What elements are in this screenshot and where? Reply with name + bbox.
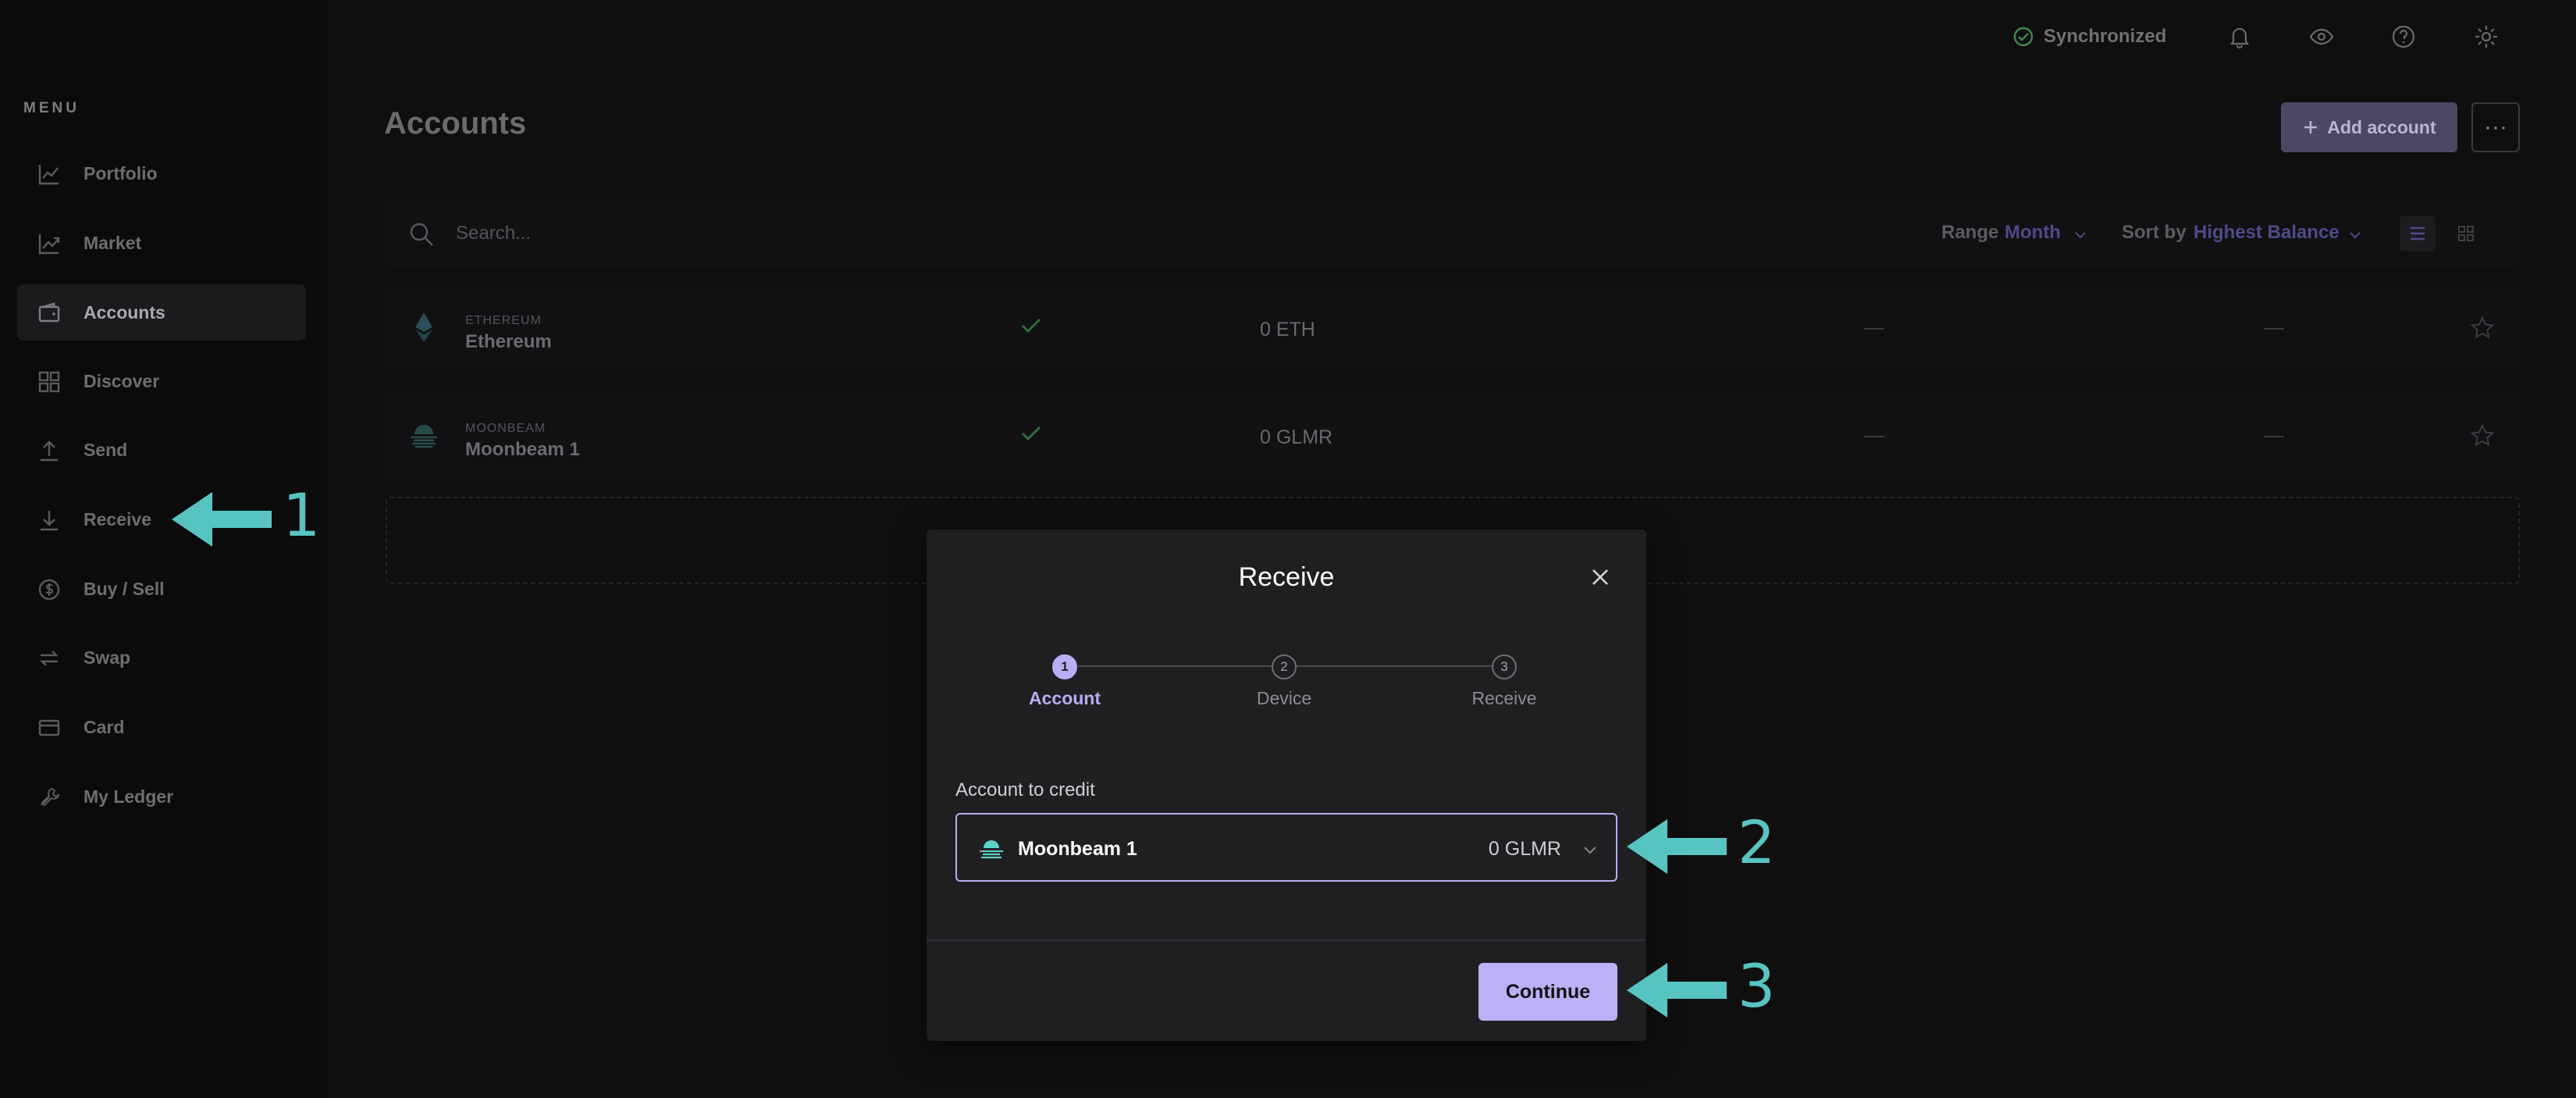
account-balance: 0 ETH: [1260, 319, 1315, 340]
sidebar-item-label: Discover: [84, 370, 160, 391]
account-to-credit-label: Account to credit: [955, 779, 1095, 800]
account-currency: MOONBEAM: [465, 422, 546, 435]
sidebar-item-label: Receive: [84, 508, 151, 529]
sidebar-item-label: Market: [84, 232, 142, 253]
check-icon: [1021, 318, 1041, 333]
sidebar-item-label: Send: [84, 439, 128, 460]
market-trend-icon: [38, 234, 60, 255]
sidebar-item-label: Card: [84, 716, 125, 737]
annotation-label-1: 1: [283, 480, 321, 550]
sidebar: MENU Portfolio Market Accounts Discover …: [0, 0, 328, 1098]
grid-icon: [38, 371, 60, 393]
sync-status[interactable]: Synchronized: [2012, 26, 2166, 48]
annotation-label-3: 3: [1738, 951, 1776, 1021]
account-row-moonbeam[interactable]: MOONBEAM Moonbeam 1 0 GLMR: [384, 390, 2520, 483]
add-account-label: Add account: [2327, 116, 2436, 137]
step-2-label: Device: [1256, 688, 1312, 708]
step-2-indicator: 2: [1272, 654, 1297, 679]
continue-button[interactable]: Continue: [1478, 963, 1617, 1021]
chevron-down-icon: [1584, 847, 1596, 854]
sidebar-item-portfolio[interactable]: Portfolio: [17, 145, 306, 201]
account-currency: ETHEREUM: [465, 314, 542, 327]
grid-view-button[interactable]: [2448, 216, 2484, 251]
annotation-arrow-1-icon: [172, 492, 272, 547]
download-arrow-icon: [41, 511, 58, 531]
sidebar-item-my-ledger[interactable]: My Ledger: [17, 768, 306, 825]
sidebar-item-send[interactable]: Send: [17, 422, 306, 478]
range-dropdown[interactable]: Month: [2005, 222, 2061, 244]
sidebar-item-buy-sell[interactable]: Buy / Sell: [17, 561, 306, 617]
sidebar-item-label: Accounts: [84, 301, 165, 323]
countervalue-placeholder: [1864, 436, 1884, 437]
eye-icon[interactable]: [2308, 23, 2335, 50]
account-name: Ethereum: [465, 331, 552, 352]
sidebar-item-card[interactable]: Card: [17, 699, 306, 755]
annotation-arrow-2-icon: [1627, 819, 1727, 874]
bell-icon[interactable]: [2226, 23, 2253, 50]
step-3-label: Receive: [1471, 688, 1537, 708]
help-icon[interactable]: [2390, 23, 2417, 50]
dollar-circle-icon: [38, 579, 60, 601]
stepper-line: [1078, 665, 1281, 667]
card-icon: [38, 719, 60, 736]
swap-arrows-icon: [40, 651, 59, 666]
star-icon[interactable]: [2470, 423, 2495, 448]
check-icon: [1021, 426, 1041, 441]
sidebar-item-discover[interactable]: Discover: [17, 353, 306, 409]
more-options-button[interactable]: ···: [2471, 102, 2520, 152]
star-icon[interactable]: [2470, 315, 2495, 340]
page-title: Accounts: [384, 106, 527, 141]
receive-modal: Receive 1 2 3 Account Device Receive Acc…: [927, 529, 1646, 1041]
step-1-label: Account: [1029, 688, 1101, 708]
sidebar-item-swap[interactable]: Swap: [17, 629, 306, 686]
moonbeam-icon: [411, 425, 437, 448]
gear-icon[interactable]: [2473, 23, 2500, 50]
selected-account-balance: 0 GLMR: [1488, 838, 1561, 860]
add-account-button[interactable]: Add account: [2281, 102, 2457, 152]
plus-icon: [2304, 121, 2318, 134]
sidebar-item-label: Swap: [84, 647, 131, 668]
sort-label: Sort by: [2122, 222, 2186, 243]
variation-placeholder: [2264, 436, 2284, 437]
sidebar-item-accounts[interactable]: Accounts: [17, 284, 306, 340]
modal-title: Receive: [1238, 562, 1335, 592]
search-input[interactable]: [456, 216, 924, 251]
account-select[interactable]: Moonbeam 1 0 GLMR: [955, 813, 1617, 882]
account-balance: 0 GLMR: [1260, 426, 1333, 448]
check-circle-icon: [2013, 27, 2033, 47]
account-row-ethereum[interactable]: ETHEREUM Ethereum 0 ETH: [384, 283, 2520, 375]
sort-dropdown[interactable]: Highest Balance: [2194, 222, 2339, 244]
wallet-icon: [38, 302, 60, 323]
search-icon: [410, 223, 433, 246]
chevron-down-icon: [2350, 232, 2361, 239]
list-view-button[interactable]: [2400, 216, 2435, 251]
annotation-arrow-3-icon: [1627, 963, 1727, 1018]
list-icon: [2411, 226, 2425, 241]
tools-icon: [41, 787, 60, 807]
range-label: Range: [1941, 222, 1999, 243]
accounts-toolbar: Range Month Sort by Highest Balance: [384, 198, 2520, 269]
chart-line-icon: [38, 165, 59, 185]
menu-label: MENU: [23, 100, 80, 116]
modal-divider: [927, 939, 1646, 941]
grid-icon: [2458, 226, 2474, 241]
account-name: Moonbeam 1: [465, 439, 580, 460]
upload-arrow-icon: [41, 440, 58, 462]
more-label: ···: [2484, 114, 2507, 140]
sidebar-item-label: Buy / Sell: [84, 578, 165, 599]
variation-placeholder: [2264, 328, 2284, 330]
sidebar-item-label: Portfolio: [84, 162, 158, 184]
step-1-indicator: 1: [1052, 654, 1077, 679]
sidebar-item-label: My Ledger: [84, 786, 174, 807]
countervalue-placeholder: [1864, 328, 1884, 330]
sync-label: Synchronized: [2044, 26, 2167, 47]
chevron-down-icon: [2075, 232, 2086, 239]
close-icon[interactable]: [1589, 565, 1612, 589]
stepper-line: [1297, 665, 1501, 667]
sidebar-item-market[interactable]: Market: [17, 215, 306, 271]
ethereum-icon: [415, 312, 432, 342]
annotation-label-2: 2: [1738, 807, 1776, 877]
step-3-indicator: 3: [1492, 654, 1517, 679]
